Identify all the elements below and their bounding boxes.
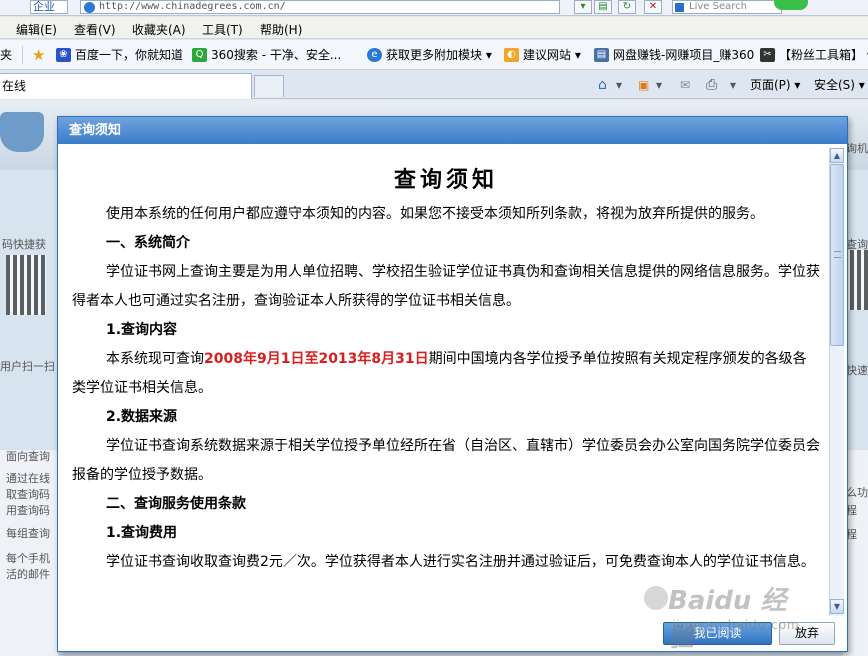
tools-icon: ✂	[760, 48, 775, 62]
dropdown-arrow-icon[interactable]: ▾	[616, 77, 622, 93]
address-input[interactable]: http://www.chinadegrees.com.cn/	[80, 0, 560, 14]
favorite-label: 网盘赚钱-网赚项目_赚360	[613, 48, 755, 62]
favorite-wangpan[interactable]: ▤ 网盘赚钱-网赚项目_赚360	[594, 47, 754, 63]
tab-title: 在线	[2, 79, 27, 93]
page-menu-button[interactable]: 页面(P) ▾	[750, 77, 800, 93]
mail-icon[interactable]: ✉	[680, 77, 690, 93]
section-heading: 一、系统简介	[106, 235, 190, 251]
add-favorite-star-icon[interactable]: ★	[32, 47, 50, 63]
intro-paragraph: 使用本系统的任何用户都应遵守本须知的内容。如果您不接受本须知所列条款，将视为放弃…	[106, 206, 764, 222]
compat-view-icon[interactable]: ▤	[594, 0, 612, 14]
menu-tools[interactable]: 工具(T)	[202, 21, 243, 38]
stop-icon[interactable]: ✕	[644, 0, 662, 14]
scrollbar-thumb[interactable]	[830, 164, 844, 346]
favorite-baidu[interactable]: ❀ 百度一下，你就知道	[56, 47, 183, 63]
menu-bar: 编辑(E) 查看(V) 收藏夹(A) 工具(T) 帮助(H)	[0, 17, 868, 39]
favorite-label: 百度一下，你就知道	[75, 48, 184, 62]
scroll-down-icon[interactable]: ▼	[830, 599, 844, 614]
dropdown-arrow-icon[interactable]: ▾	[730, 77, 736, 93]
background-text: 用查询码	[6, 504, 50, 517]
menu-edit[interactable]: 编辑(E)	[16, 21, 57, 38]
menu-help[interactable]: 帮助(H)	[260, 21, 302, 38]
background-text: 快速	[846, 364, 868, 377]
suggested-sites-icon: ◐	[504, 48, 519, 62]
subsection-heading: 1.查询费用	[106, 525, 178, 541]
menu-favorites[interactable]: 收藏夹(A)	[132, 21, 186, 38]
favorite-360-search[interactable]: Q 360搜索 - 干净、安全...	[192, 47, 341, 63]
agree-button[interactable]: 我已阅读	[663, 622, 772, 645]
favorite-label: 获取更多附加模块 ▾	[386, 48, 492, 62]
home-icon[interactable]: ⌂	[598, 77, 607, 93]
favorite-label: 建议网站 ▾	[523, 48, 581, 62]
dialog-content[interactable]: 查询须知 使用本系统的任何用户都应遵守本须知的内容。如果您不接受本须知所列条款，…	[64, 148, 828, 616]
paragraph-text: 本系统现可查询	[106, 351, 204, 367]
favorite-label: 360搜索 - 干净、安全...	[211, 48, 342, 62]
live-search-icon	[675, 3, 684, 12]
favorite-addons[interactable]: e 获取更多附加模块 ▾	[367, 47, 492, 63]
background-text: 码快捷获	[2, 238, 46, 251]
background-text: 每个手机	[6, 552, 50, 565]
new-tab-button[interactable]	[254, 75, 284, 97]
background-text: 询机	[846, 142, 868, 155]
date-range-highlight: 2008年9月1日至2013年8月31日	[204, 351, 429, 367]
scroll-up-icon[interactable]: ▲	[830, 148, 844, 163]
favorite-label: 【粉丝工具箱】 ▾	[779, 48, 868, 62]
qr-code-icon	[6, 255, 46, 315]
baidu-paw-icon: ❀	[56, 48, 71, 62]
print-icon[interactable]: ⎙	[706, 77, 717, 93]
toolbar-divider	[22, 46, 23, 64]
notice-dialog: 查询须知 查询须知 使用本系统的任何用户都应遵守本须知的内容。如果您不接受本须知…	[57, 116, 848, 652]
dialog-scrollbar[interactable]: ▲ ▼	[829, 148, 844, 616]
address-mode-combo[interactable]: 企业	[30, 0, 68, 14]
address-url-text: http://www.chinadegrees.com.cn/	[99, 1, 286, 12]
fee-paragraph: 学位证书查询收取查询费2元／次。学位获得者本人进行实名注册并通过验证后，可免费查…	[106, 554, 815, 570]
document-title: 查询须知	[393, 167, 498, 193]
address-bar-row: 企业 http://www.chinadegrees.com.cn/ ▾ ▤ ↻…	[0, 0, 868, 16]
subsection-heading: 1.查询内容	[106, 322, 178, 338]
background-text: 活的邮件	[6, 568, 50, 581]
quit-button[interactable]: 放弃	[779, 622, 835, 645]
data-source-paragraph: 学位证书查询系统数据来源于相关学位授予单位经所在省（自治区、直辖市）学位委员会办…	[72, 438, 820, 483]
background-text: 面向查询	[6, 450, 50, 463]
dialog-title: 查询须知	[58, 117, 847, 144]
refresh-icon[interactable]: ↻	[618, 0, 636, 14]
menu-view[interactable]: 查看(V)	[74, 21, 116, 38]
safety-menu-button[interactable]: 安全(S) ▾	[814, 77, 865, 93]
live-search-input[interactable]: Live Search	[672, 0, 782, 14]
section-paragraph: 学位证书网上查询主要是为用人单位招聘、学校招生验证学位证书真伪和查询相关信息提供…	[72, 264, 820, 309]
background-text: 取查询码	[6, 488, 50, 501]
background-text: 么功	[846, 486, 868, 499]
live-search-placeholder: Live Search	[689, 1, 747, 12]
subsection-heading: 2.数据来源	[106, 409, 178, 425]
query-scope-paragraph: 本系统现可查询2008年9月1日至2013年8月31日期间中国境内各学位授予单位…	[72, 345, 820, 403]
background-text: 查询	[846, 238, 868, 251]
page-icon: ▤	[594, 48, 609, 62]
background-text: 用户扫一扫	[0, 360, 55, 373]
graduation-cap-logo-icon	[0, 112, 44, 152]
tab-bar: 在线 ⌂ ▾ ▣ ▾ ✉ ⎙ ▾ 页面(P) ▾ 安全(S) ▾	[0, 71, 868, 99]
dropdown-arrow-icon[interactable]: ▾	[574, 0, 592, 14]
tab-current[interactable]: 在线	[0, 73, 252, 99]
dialog-footer: 我已阅读 放弃	[58, 617, 847, 651]
search-360-icon: Q	[192, 48, 207, 62]
ie-page-icon	[84, 2, 95, 13]
dropdown-arrow-icon[interactable]: ▾	[656, 77, 662, 93]
favorites-label[interactable]: 夹	[0, 47, 12, 63]
section-heading: 二、查询服务使用条款	[106, 496, 246, 512]
favorites-bar: 夹 ★ ❀ 百度一下，你就知道 Q 360搜索 - 干净、安全... e 获取更…	[0, 40, 868, 70]
ie-logo-icon: e	[367, 48, 382, 62]
scrollbar-grip-icon	[834, 251, 841, 258]
rss-feed-icon[interactable]: ▣	[638, 77, 649, 93]
favorite-fans-toolbox[interactable]: ✂ 【粉丝工具箱】 ▾	[760, 47, 868, 63]
search-go-icon[interactable]	[774, 0, 808, 10]
favorite-suggested-sites[interactable]: ◐ 建议网站 ▾	[504, 47, 581, 63]
background-text: 每组查询	[6, 527, 50, 540]
background-text: 通过在线	[6, 472, 50, 485]
